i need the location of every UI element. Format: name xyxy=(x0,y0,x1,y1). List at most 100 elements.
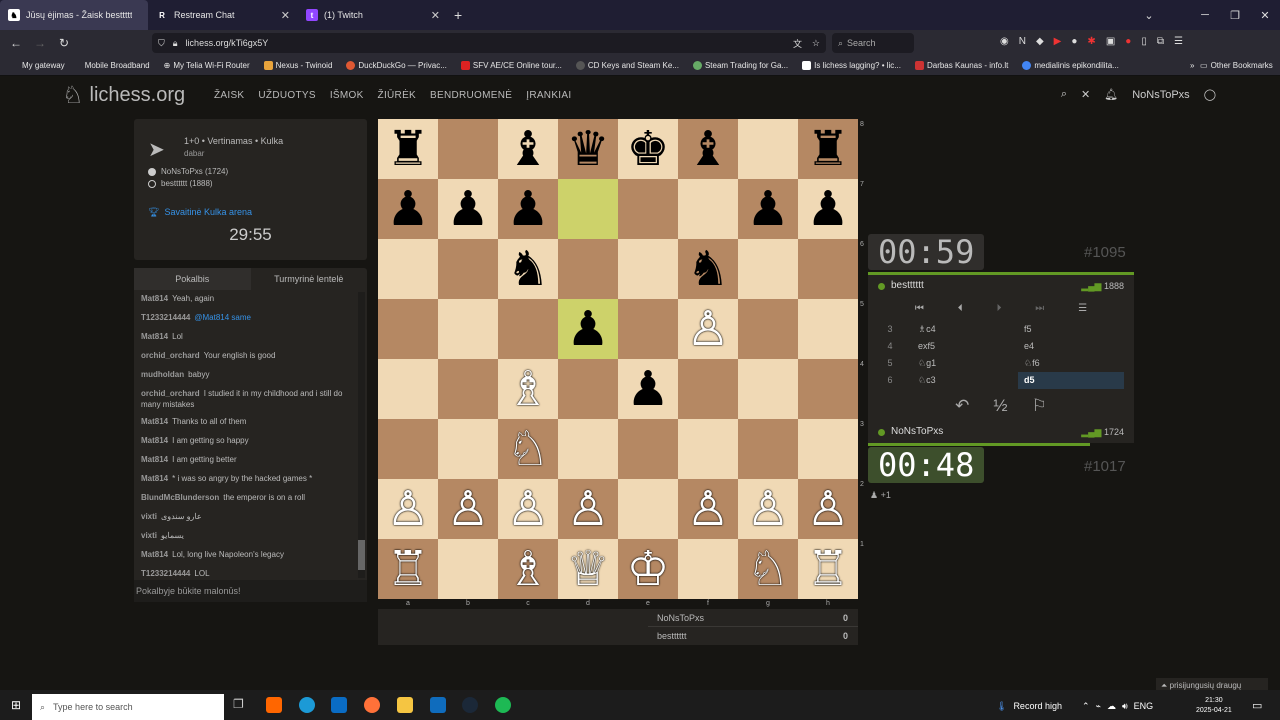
tab-twitch[interactable]: t (1) Twitch ✕ xyxy=(298,0,448,30)
board-square[interactable] xyxy=(438,299,498,359)
close-icon[interactable]: ✕ xyxy=(431,9,440,22)
board-square[interactable] xyxy=(558,359,618,419)
chess-piece[interactable]: ♟ xyxy=(746,179,789,239)
white-move[interactable]: ♘g1 xyxy=(912,355,1018,372)
chess-piece[interactable]: ♜ xyxy=(386,119,429,179)
board-square[interactable]: ♘ xyxy=(738,539,798,599)
white-player-row[interactable]: NoNsToPxs (1724) xyxy=(148,167,228,176)
takeback-icon[interactable]: ↶ xyxy=(955,396,969,416)
board-square[interactable] xyxy=(738,119,798,179)
chess-board[interactable]: ♜ ♝ ♛ ♚ ♝ ♜ ♟ ♟ ♟ ♟ ♟ ♞ ♞ ♟ ♙ ♗ ♟ ♘ ♙ ♙ ♙ ♙ ♙ ♙ ♙ ♖ ♗ ♕ ♔ ♘ ♖ xyxy=(378,119,858,599)
chat-username[interactable]: Mat814 xyxy=(141,294,168,303)
bookmark-item[interactable]: ⊕ My Telia Wi-Fi Router xyxy=(164,61,250,70)
board-square[interactable] xyxy=(738,419,798,479)
board-square[interactable]: ♗ xyxy=(498,359,558,419)
draw-offer-button[interactable]: ½ xyxy=(993,396,1007,416)
chat-username[interactable]: Mat814 xyxy=(141,417,168,426)
board-square[interactable]: ♙ xyxy=(738,479,798,539)
chess-piece[interactable]: ♙ xyxy=(746,479,789,539)
board-square[interactable] xyxy=(618,419,678,479)
chess-piece[interactable]: ♖ xyxy=(386,539,429,599)
new-tab-icon[interactable]: + xyxy=(454,7,462,23)
extension-icon[interactable]: ● xyxy=(1125,36,1131,47)
chess-piece[interactable]: ♟ xyxy=(806,179,849,239)
chess-piece[interactable]: ♞ xyxy=(506,239,549,299)
puzzle-icon[interactable]: ⧉ xyxy=(1157,36,1164,47)
network-icon[interactable]: ⌁ xyxy=(1096,701,1101,712)
black-move[interactable]: f5 xyxy=(1018,321,1124,338)
menu-icon[interactable]: ☰ xyxy=(1078,297,1087,321)
username-link[interactable]: NoNsToPxs xyxy=(1132,89,1189,101)
taskbar-search[interactable]: ⌕ Type here to search xyxy=(32,694,224,720)
board-square[interactable]: ♖ xyxy=(378,539,438,599)
board-square[interactable] xyxy=(678,359,738,419)
chat-username[interactable]: T1233214444 xyxy=(141,313,190,322)
chevron-down-icon[interactable]: ⌄ xyxy=(1134,0,1164,30)
last-move-icon[interactable]: ⏭ xyxy=(1035,297,1044,321)
first-move-icon[interactable]: ⏮ xyxy=(915,297,924,321)
extension-icon[interactable]: ✱ xyxy=(1087,36,1095,47)
translate-icon[interactable]: 文 xyxy=(793,37,802,50)
tab-chat[interactable]: Pokalbis xyxy=(134,268,251,290)
chess-piece[interactable]: ♟ xyxy=(626,359,669,419)
board-square[interactable] xyxy=(798,299,858,359)
notification-icon[interactable]: ▭ xyxy=(1252,699,1262,712)
chat-username[interactable]: Mat814 xyxy=(141,436,168,445)
board-square[interactable] xyxy=(438,119,498,179)
arena-link[interactable]: 🏆︎ Savaitinė Kulka arena xyxy=(148,207,252,218)
chess-piece[interactable]: ♟ xyxy=(386,179,429,239)
tab-lichess[interactable]: ♞ Jūsų ėjimas - Žaisk bestttttt xyxy=(0,0,148,30)
chess-piece[interactable]: ♝ xyxy=(506,119,549,179)
board-square[interactable] xyxy=(558,239,618,299)
opponent-name[interactable]: bestttttt xyxy=(891,275,924,297)
back-icon[interactable]: ← xyxy=(4,36,28,50)
board-square[interactable] xyxy=(798,239,858,299)
chess-piece[interactable]: ♙ xyxy=(506,479,549,539)
board-square[interactable]: ♙ xyxy=(678,479,738,539)
windows-start-icon[interactable]: ⊞ xyxy=(0,698,32,712)
notion-icon[interactable]: N xyxy=(1019,36,1026,47)
steam-icon[interactable] xyxy=(462,697,478,713)
chess-piece[interactable]: ♗ xyxy=(506,359,549,419)
board-square[interactable]: ♘ xyxy=(498,419,558,479)
bookmark-item[interactable]: medialinis epikondilita... xyxy=(1022,61,1119,70)
search-input[interactable]: ⌕ Search xyxy=(832,33,914,53)
board-square[interactable]: ♙ xyxy=(438,479,498,539)
board-square[interactable]: ♖ xyxy=(798,539,858,599)
chess-piece[interactable]: ♜ xyxy=(806,119,849,179)
board-square[interactable]: ♞ xyxy=(498,239,558,299)
tab-restream[interactable]: R Restream Chat ✕ xyxy=(148,0,298,30)
chat-username[interactable]: Mat814 xyxy=(141,332,168,341)
board-square[interactable] xyxy=(378,239,438,299)
white-move[interactable]: ♘c3 xyxy=(912,372,1018,389)
menu-icon[interactable]: ☰ xyxy=(1174,36,1183,47)
extension-icon[interactable]: ◆ xyxy=(1036,36,1044,47)
nav-tools[interactable]: ĮRANKIAI xyxy=(526,90,571,101)
board-square[interactable] xyxy=(378,419,438,479)
chevron-up-icon[interactable]: ⌃ xyxy=(1082,701,1090,712)
spotify-icon[interactable] xyxy=(495,697,511,713)
chess-piece[interactable]: ♙ xyxy=(446,479,489,539)
board-square[interactable] xyxy=(618,299,678,359)
board-square[interactable] xyxy=(438,239,498,299)
explorer-icon[interactable] xyxy=(397,697,413,713)
clock-area[interactable]: 21:30 2025-04-21 xyxy=(1196,696,1232,716)
board-square[interactable]: ♞ xyxy=(678,239,738,299)
cloud-icon[interactable]: ☁ xyxy=(1107,701,1116,712)
board-square[interactable]: ♙ xyxy=(678,299,738,359)
vlc-icon[interactable] xyxy=(266,697,282,713)
chess-piece[interactable]: ♟ xyxy=(506,179,549,239)
board-square[interactable]: ♝ xyxy=(678,119,738,179)
user-icon[interactable]: ◯ xyxy=(1204,88,1216,101)
board-square[interactable] xyxy=(378,359,438,419)
bookmark-item[interactable]: Darbas Kaunas - info.lt xyxy=(914,61,1008,70)
board-square[interactable]: ♚ xyxy=(618,119,678,179)
black-player-row[interactable]: bestttttt (1888) xyxy=(148,179,213,188)
extension-icon[interactable]: ● xyxy=(1071,36,1077,47)
chess-piece[interactable]: ♚ xyxy=(626,119,669,179)
black-move[interactable]: ♘f6 xyxy=(1018,355,1124,372)
black-move[interactable]: d5 xyxy=(1018,372,1124,389)
close-window-icon[interactable]: ✕ xyxy=(1250,0,1280,30)
url-bar[interactable]: ⛉ 🔒︎ lichess.org/kTi6gx5Y 文 ☆ xyxy=(152,33,826,53)
forward-icon[interactable]: → xyxy=(28,36,52,50)
